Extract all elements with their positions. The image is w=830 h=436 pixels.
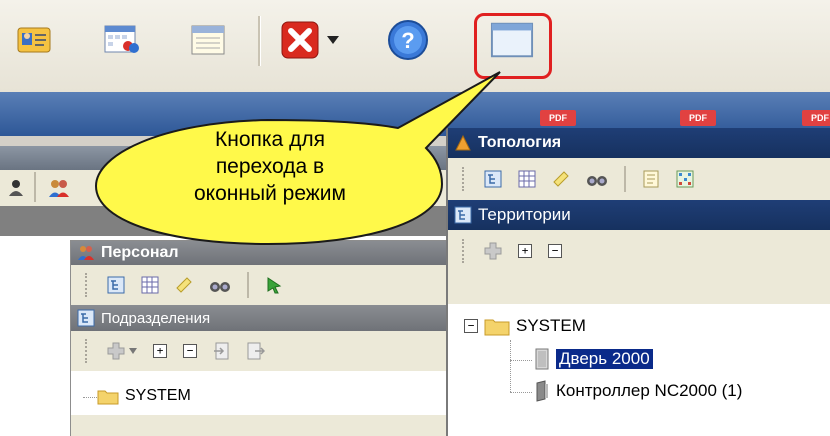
screenshot: ? PDF PDF PDF Персонал Подразделения + −…: [0, 0, 830, 436]
callout-line: Кнопка для: [215, 128, 325, 151]
callout-line: перехода в: [215, 155, 325, 178]
callout-line: оконный режим: [194, 182, 346, 205]
callout-bubble: [94, 71, 501, 246]
callout-text: Кнопка для перехода в оконный режим: [170, 126, 370, 207]
